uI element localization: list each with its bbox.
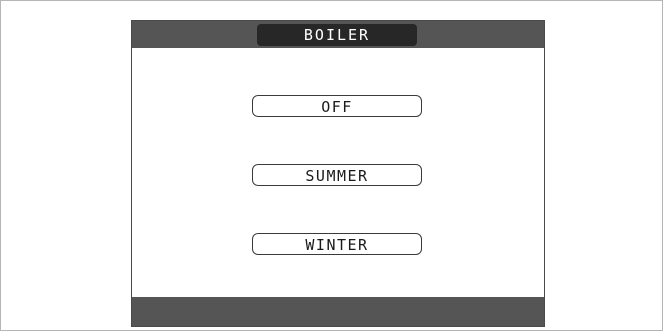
off-button[interactable]: OFF xyxy=(252,95,422,117)
header-bar: BOILER xyxy=(132,21,544,48)
boiler-screen: BOILER OFF SUMMER WINTER xyxy=(131,20,545,327)
page-title: BOILER xyxy=(257,24,417,46)
footer-bar xyxy=(132,297,544,326)
summer-button[interactable]: SUMMER xyxy=(252,164,422,186)
winter-button[interactable]: WINTER xyxy=(252,233,422,255)
page-frame: BOILER OFF SUMMER WINTER xyxy=(0,0,663,331)
